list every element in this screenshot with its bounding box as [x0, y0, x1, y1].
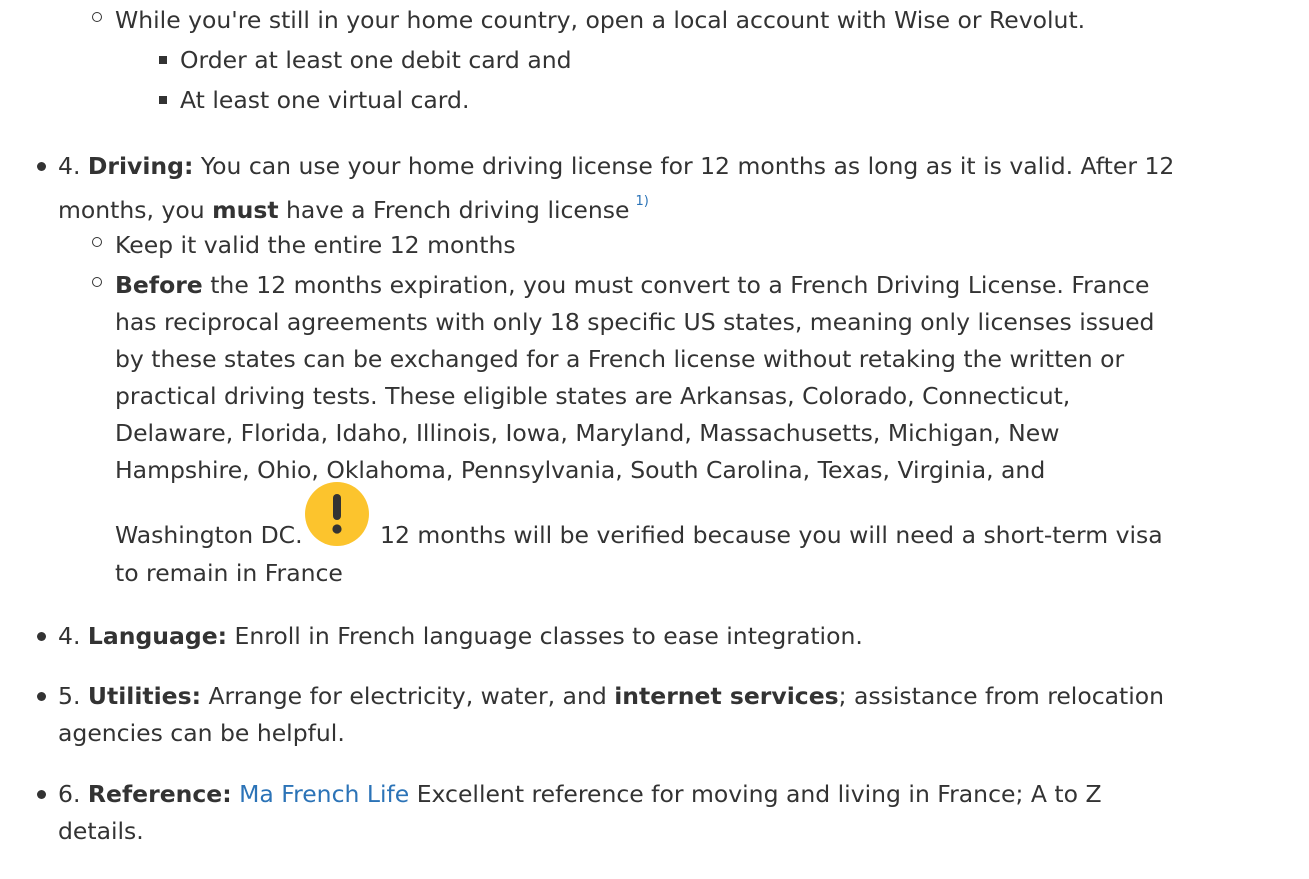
- reference-item-line2: details.: [58, 815, 144, 847]
- utilities-text-c: agencies can be helpful.: [58, 719, 345, 747]
- debit-card-text: Order at least one debit card and: [180, 46, 572, 74]
- convert-text-line7a: Washington DC.: [115, 519, 303, 551]
- convert-text-7a: Washington DC.: [115, 521, 303, 549]
- convert-text-line6: Hampshire, Ohio, Oklahoma, Pennsylvania,…: [115, 454, 1045, 486]
- driving-item-line2: months, you must have a French driving l…: [58, 190, 649, 226]
- utilities-text-a: Arrange for electricity, water, and: [201, 682, 615, 710]
- circle-bullet: [92, 12, 102, 22]
- square-bullet: [159, 96, 167, 104]
- driving-item: 4. Driving: You can use your home drivin…: [58, 150, 1174, 182]
- convert-license-item: Before the 12 months expiration, you mus…: [115, 269, 1150, 301]
- wise-account-text: While you're still in your home country,…: [115, 6, 1086, 34]
- debit-card-item: Order at least one debit card and: [180, 44, 572, 76]
- language-heading: Language:: [87, 622, 228, 650]
- utilities-heading: Utilities:: [87, 682, 201, 710]
- convert-text-6: Hampshire, Ohio, Oklahoma, Pennsylvania,…: [115, 456, 1046, 484]
- footnote-link[interactable]: 1): [635, 194, 648, 209]
- utilities-item-line2: agencies can be helpful.: [58, 717, 345, 749]
- reference-text-a: Excellent reference for moving and livin…: [409, 780, 1102, 808]
- wise-account-item: While you're still in your home country,…: [115, 4, 1085, 36]
- driving-text: You can use your home driving license fo…: [193, 152, 1175, 180]
- square-bullet: [159, 56, 167, 64]
- language-item: 4. Language: Enroll in French language c…: [58, 620, 863, 652]
- virtual-card-text: At least one virtual card.: [180, 86, 470, 114]
- driving-heading: Driving:: [87, 152, 194, 180]
- reference-item: 6. Reference: Ma French Life Excellent r…: [58, 778, 1102, 810]
- disc-bullet: [37, 790, 46, 799]
- utilities-item: 5. Utilities: Arrange for electricity, w…: [58, 680, 1164, 712]
- circle-bullet: [92, 237, 102, 247]
- virtual-card-item: At least one virtual card.: [180, 84, 469, 116]
- language-number: 4.: [58, 622, 81, 650]
- convert-text-line8: to remain in France: [115, 557, 343, 589]
- driving-must: must: [212, 195, 279, 224]
- disc-bullet: [37, 692, 46, 701]
- keep-valid-text: Keep it valid the entire 12 months: [115, 231, 516, 259]
- utilities-text-b: ; assistance from relocation: [838, 682, 1165, 710]
- disc-bullet: [37, 632, 46, 641]
- convert-text-line7b: 12 months will be verified because you w…: [380, 519, 1163, 551]
- convert-text-2: has reciprocal agreements with only 18 s…: [115, 308, 1155, 336]
- convert-text-8: to remain in France: [115, 559, 343, 587]
- convert-text-line5: Delaware, Florida, Idaho, Illinois, Iowa…: [115, 417, 1059, 449]
- ma-french-life-link[interactable]: Ma French Life: [239, 780, 409, 808]
- convert-text-5: Delaware, Florida, Idaho, Illinois, Iowa…: [115, 419, 1060, 447]
- reference-heading: Reference:: [87, 780, 232, 808]
- convert-text-line2: has reciprocal agreements with only 18 s…: [115, 306, 1154, 338]
- circle-bullet: [92, 277, 102, 287]
- convert-text-4: practical driving tests. These eligible …: [115, 382, 1071, 410]
- driving-text-2b: have a French driving license: [278, 195, 630, 224]
- internet-services-bold: internet services: [614, 682, 839, 710]
- warning-icon: [305, 482, 369, 546]
- convert-text-3: by these states can be exchanged for a F…: [115, 345, 1125, 373]
- convert-text-line3: by these states can be exchanged for a F…: [115, 343, 1124, 375]
- before-label: Before: [115, 271, 203, 299]
- driving-number: 4.: [58, 152, 81, 180]
- reference-text-b: details.: [58, 817, 144, 845]
- convert-text-7b: 12 months will be verified because you w…: [380, 521, 1163, 549]
- convert-text-line4: practical driving tests. These eligible …: [115, 380, 1070, 412]
- page-content: While you're still in your home country,…: [0, 0, 1309, 879]
- keep-valid-item: Keep it valid the entire 12 months: [115, 229, 516, 261]
- convert-text-1: the 12 months expiration, you must conve…: [202, 271, 1150, 299]
- driving-text-2a: months, you: [58, 195, 213, 224]
- language-text: Enroll in French language classes to eas…: [227, 622, 863, 650]
- utilities-number: 5.: [58, 682, 81, 710]
- reference-number: 6.: [58, 780, 81, 808]
- disc-bullet: [37, 162, 46, 171]
